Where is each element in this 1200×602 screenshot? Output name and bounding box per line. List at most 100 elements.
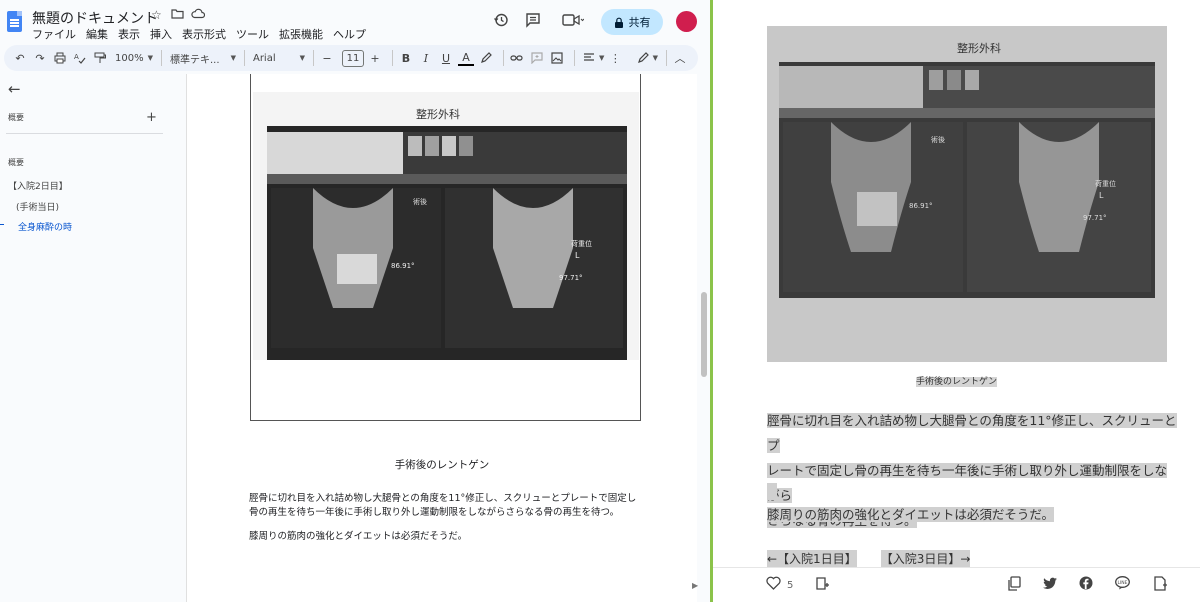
chevron-down-icon: ▼ [598,54,605,62]
twitter-icon[interactable] [1043,576,1058,594]
facebook-icon[interactable] [1079,576,1093,594]
body-paragraph: 膝周りの筋肉の強化とダイエットは必須だそうだ。 [249,531,468,542]
menu-edit[interactable]: 編集 [86,26,108,42]
font-value: Arial [252,52,276,64]
folder-move-icon[interactable] [171,8,184,22]
align-select[interactable]: ▼ [580,48,607,68]
menu-file[interactable]: ファイル [32,26,76,42]
empty-line-highlight [767,483,777,500]
zoom-select[interactable]: 100% ▼ [112,48,156,68]
xray-post-op-label: 術後 [931,135,945,144]
copy-link-icon[interactable] [1007,576,1021,595]
body-line: レートで固定し骨の再生を待ち一年後に手術し取り外し運動制限をしながら [767,463,1168,503]
lock-icon [614,17,623,28]
document-page[interactable]: 整形外科 術後 86.91° 荷重位 L 97.71° 手術後のレントゲン 脛骨… [187,74,697,602]
undo-icon[interactable]: ↶ [12,48,28,68]
align-left-icon [583,53,594,61]
back-arrow-icon[interactable]: ← [8,80,21,98]
insert-image-icon[interactable] [549,48,565,68]
xray-angle-label: 97.71° [1083,214,1107,222]
collapse-menus-icon[interactable]: ︿ [672,48,688,68]
cropped-heading-glyphs [1003,0,1200,6]
cloud-status-icon[interactable] [191,8,206,22]
like-count: 5 [787,580,794,591]
print-icon[interactable] [52,48,68,68]
star-icon[interactable]: ☆ [151,8,162,22]
prev-article-link[interactable]: ←【入院1日目】 [767,550,857,567]
toolbar-divider [666,50,667,66]
bold-icon[interactable]: B [398,48,414,68]
add-comment-icon[interactable] [529,48,545,68]
body-line: 脛骨に切れ目を入れ詰め物し大腿骨との角度を11°修正し、スクリューとプレートで固… [249,493,637,504]
text-color-icon[interactable]: A [457,50,474,66]
menu-tools[interactable]: ツール [236,26,269,42]
next-article-link[interactable]: 【入院3日目】→ [880,550,971,567]
outline-item-active[interactable]: 全身麻酔の時 [18,220,72,233]
body-paragraph: 脛骨に切れ目を入れ詰め物し大腿骨との角度を11°修正し、スクリューとプレートで固… [249,492,649,520]
outline-item[interactable]: (手術当日) [16,200,59,213]
xray-image[interactable]: 整形外科 術後 86.91° 荷重位 L 97.71° [767,26,1167,362]
vertical-scrollbar[interactable] [701,292,707,377]
more-options-icon[interactable]: ⋮ [607,48,623,68]
body-line: 骨の再生を待ち一年後に手術し取り外し運動制限をしながらさらなる骨の再生を待つ。 [249,507,620,518]
share-label: 共有 [628,16,651,29]
magazine-add-icon[interactable] [815,576,830,595]
document-title[interactable]: 無題のドキュメント [32,8,158,28]
font-size-input[interactable]: 11 [341,49,364,67]
xray-image: 整形外科 術後 86.91° 荷重位 L 97.71° [253,92,639,360]
body-paragraph: 膝周りの筋肉の強化とダイエットは必須だそうだ。 [767,502,1177,527]
underline-icon[interactable]: U [438,48,454,68]
svg-text:A: A [74,53,79,61]
style-value: 標準テキ... [169,54,220,66]
decrease-font-size-icon[interactable]: − [319,48,335,68]
toolbar-divider [243,50,245,66]
docs-window: 無題のドキュメント ☆ ファイル 編集 表示 挿入 表示形式 ツール 拡張機能 … [0,0,710,602]
toolbar-divider [160,50,162,66]
share-more-icon[interactable] [1153,576,1167,595]
image-caption: 手術後のレントゲン [394,459,490,471]
outline-item[interactable]: 【入院2日目】 [8,179,68,192]
menu-format[interactable]: 表示形式 [182,26,226,42]
redo-icon[interactable]: ↷ [32,48,48,68]
comments-icon[interactable] [522,9,544,31]
xray-side-label: L [575,251,580,260]
menu-insert[interactable]: 挿入 [150,26,172,42]
meet-icon[interactable] [558,9,588,31]
italic-icon[interactable]: I [418,48,434,68]
xray-angle-label: 86.91° [909,202,933,210]
increase-font-size-icon[interactable]: + [367,48,383,68]
footer-divider [713,567,1200,568]
body-line: 脛骨に切れ目を入れ詰め物し大腿骨との角度を11°修正し、スクリューとプ [767,413,1177,453]
font-select[interactable]: Arial ▼ [250,48,308,68]
xray-image-frame[interactable]: 整形外科 術後 86.91° 荷重位 L 97.71° [250,74,641,421]
toolbar-divider [502,50,504,66]
menu-bar: ファイル 編集 表示 挿入 表示形式 ツール 拡張機能 ヘルプ [32,26,366,42]
heart-icon[interactable] [766,576,781,594]
version-history-icon[interactable] [490,9,512,31]
menu-view[interactable]: 表示 [118,26,140,42]
spellcheck-icon[interactable]: A [72,48,88,68]
chevron-down-icon: ▼ [652,54,658,62]
formatting-toolbar: ↶ ↷ A 100% ▼ 標準テキ... ▼ Arial ▼ − 11 + B I U… [4,45,698,71]
xray-angle-label: 86.91° [391,262,415,270]
article-navigation: ←【入院1日目】 【入院3日目】→ [767,550,971,567]
outline-header: 概要 [8,113,24,122]
image-caption: 手術後のレントゲン [713,374,1200,387]
account-avatar[interactable] [676,11,697,32]
menu-help[interactable]: ヘルプ [333,26,366,42]
outline-section-label: 概要 [8,158,24,167]
scroll-right-icon[interactable]: ▶ [692,581,698,590]
insert-link-icon[interactable] [509,48,525,68]
document-outline: ← 概要 + 概要 【入院2日目】 (手術当日) 全身麻酔の時 [0,74,186,602]
editing-mode-select[interactable]: ▼ [634,48,661,68]
xray-side-label: L [1099,191,1104,200]
menu-extensions[interactable]: 拡張機能 [279,26,323,42]
paragraph-style-select[interactable]: 標準テキ... ▼ [167,48,239,68]
line-icon[interactable]: LINE [1115,576,1130,594]
highlight-pen-icon[interactable] [478,48,494,68]
docs-logo-icon[interactable] [7,11,22,32]
share-button[interactable]: 共有 [601,9,663,35]
paint-format-icon[interactable] [92,48,108,68]
add-tab-icon[interactable]: + [146,110,157,125]
svg-text:LINE: LINE [1117,580,1127,586]
